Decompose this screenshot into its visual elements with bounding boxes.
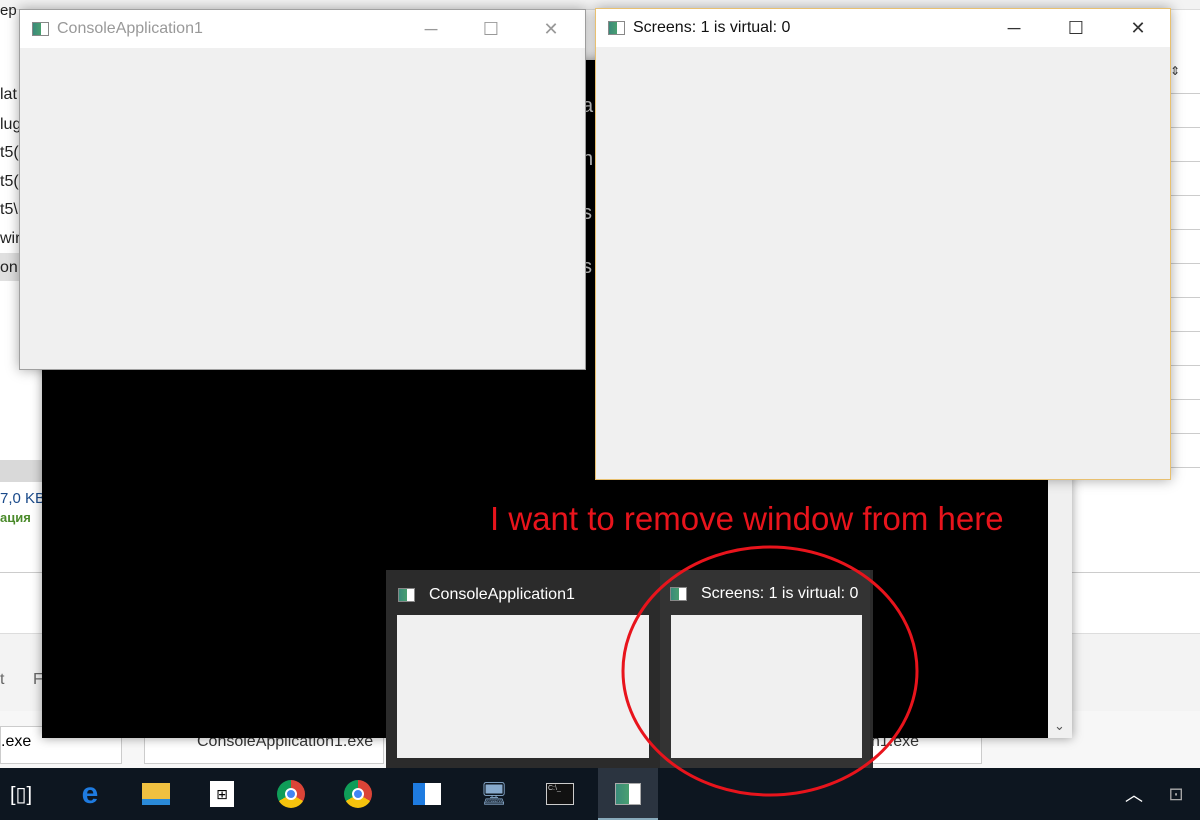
annotation-ellipse: [621, 545, 919, 797]
annotation-circle: [621, 545, 919, 797]
